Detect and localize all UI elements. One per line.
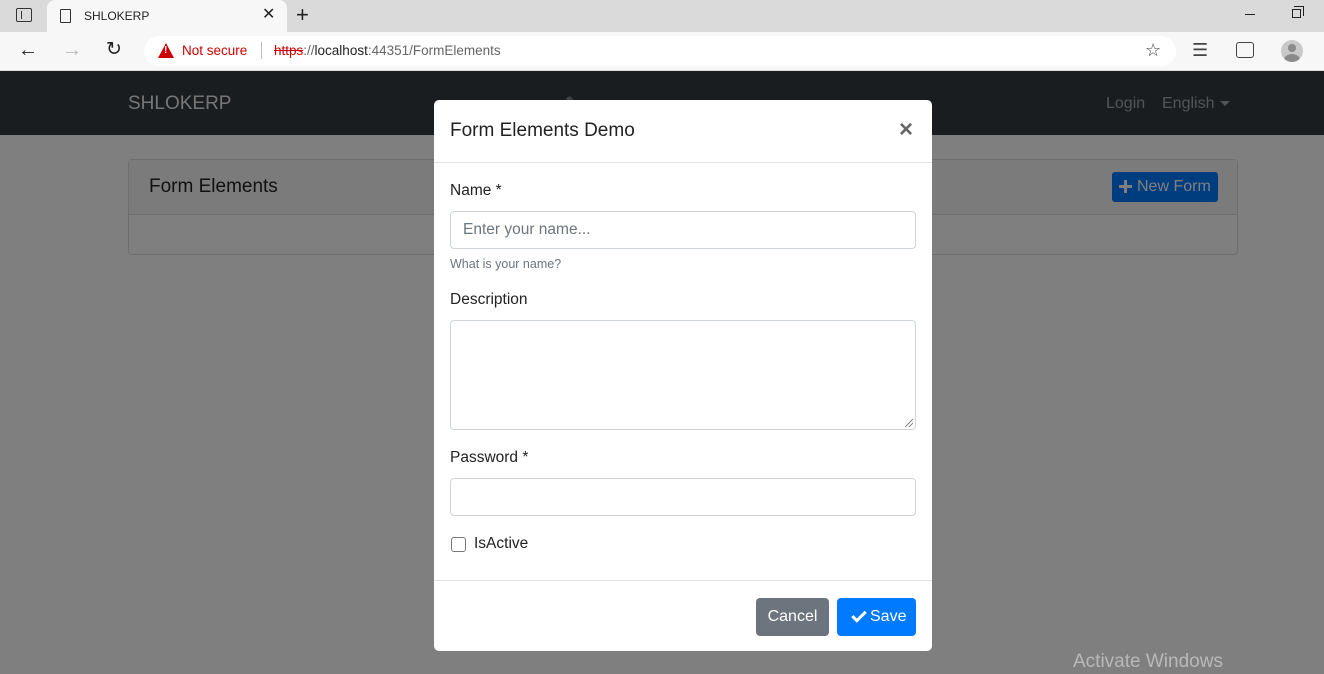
page: SHLOKERP ✎ ● Login English Form Elements…	[0, 71, 1324, 674]
modal-footer: Cancel Save	[434, 580, 932, 651]
warning-icon[interactable]	[158, 43, 174, 58]
modal-header: Form Elements Demo ×	[434, 100, 932, 163]
save-button[interactable]: Save	[837, 598, 916, 636]
favorites-icon[interactable]: ☰	[1192, 40, 1208, 61]
resize-handle[interactable]	[905, 419, 913, 427]
check-icon	[851, 607, 867, 623]
forward-icon[interactable]: →	[62, 40, 82, 60]
url-host: localhost	[314, 43, 368, 58]
security-label[interactable]: Not secure	[182, 43, 247, 58]
page-icon	[60, 9, 71, 23]
browser-tab-bar: SHLOKERP ✕ +	[0, 0, 1324, 32]
name-input[interactable]: Enter your name...	[450, 211, 916, 249]
reload-icon[interactable]: ↻	[106, 40, 122, 60]
url-separator: ://	[303, 43, 315, 58]
back-icon[interactable]: ←	[18, 40, 38, 60]
isactive-label[interactable]: IsActive	[474, 535, 528, 553]
close-icon[interactable]: ×	[899, 118, 913, 142]
password-input[interactable]	[450, 478, 916, 516]
name-placeholder: Enter your name...	[463, 221, 591, 238]
name-help-text: What is your name?	[450, 257, 562, 271]
activate-windows-watermark: Activate Windows	[1073, 651, 1223, 672]
description-textarea[interactable]	[450, 320, 916, 430]
restore-icon[interactable]	[1292, 6, 1304, 18]
url-protocol: https	[274, 43, 304, 58]
collections-icon[interactable]	[1236, 42, 1254, 58]
minimize-icon[interactable]	[1245, 14, 1255, 15]
url-divider	[261, 42, 262, 59]
modal-title: Form Elements Demo	[450, 120, 635, 141]
cancel-button[interactable]: Cancel	[756, 598, 829, 636]
add-favorite-icon[interactable]: ☆	[1145, 40, 1161, 61]
isactive-checkbox[interactable]	[451, 537, 466, 552]
new-tab-icon[interactable]: +	[296, 4, 309, 26]
form-elements-modal: Form Elements Demo × Name * Enter your n…	[434, 100, 932, 651]
tab-actions-icon[interactable]	[16, 8, 32, 22]
url-text[interactable]: https://localhost:44351/FormElements	[274, 43, 501, 58]
browser-tab[interactable]: SHLOKERP ✕	[47, 0, 287, 32]
address-bar: ← → ↻ Not secure https://localhost:44351…	[0, 32, 1324, 71]
name-label: Name *	[450, 182, 502, 199]
url-path: :44351/FormElements	[367, 43, 501, 58]
save-label: Save	[870, 608, 907, 625]
tab-title: SHLOKERP	[84, 9, 150, 23]
description-label: Description	[450, 291, 528, 308]
profile-icon[interactable]	[1281, 40, 1303, 62]
url-input[interactable]: Not secure https://localhost:44351/FormE…	[144, 36, 1176, 66]
password-label: Password *	[450, 449, 529, 466]
tab-close-icon[interactable]: ✕	[262, 7, 275, 23]
